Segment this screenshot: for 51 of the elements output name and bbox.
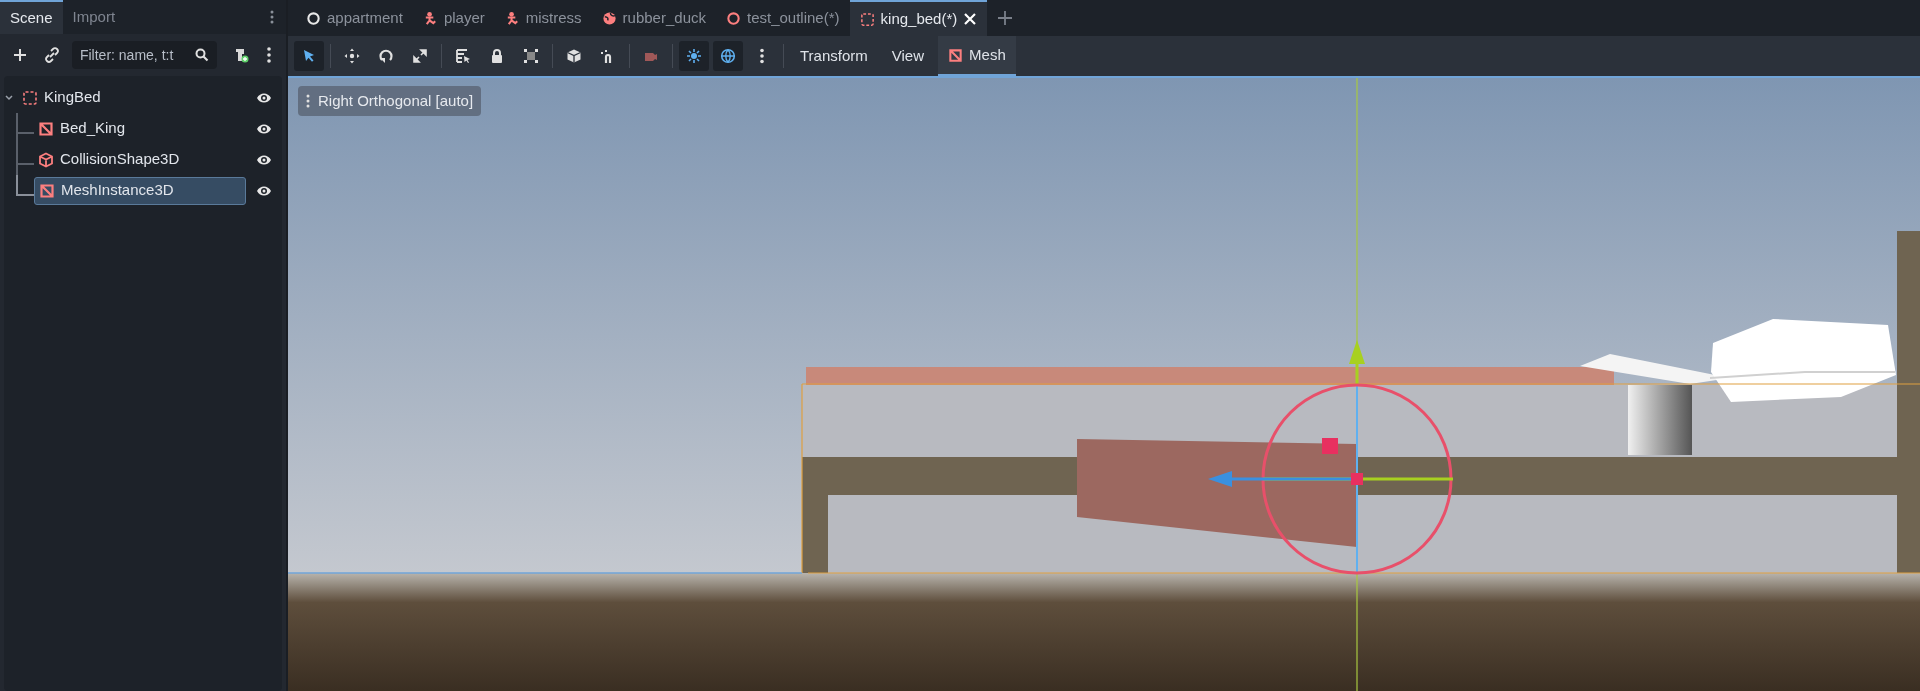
select-tool-button[interactable]: [294, 41, 324, 71]
move-icon: [344, 48, 360, 64]
sun-tool-button[interactable]: [679, 41, 709, 71]
file-tab[interactable]: appartment: [296, 0, 413, 36]
dock-tab[interactable]: Import: [62, 0, 126, 34]
tree-item[interactable]: Bed_King: [34, 114, 246, 143]
eye-icon[interactable]: [256, 184, 272, 197]
ring-icon: [306, 10, 321, 26]
link-icon: [43, 47, 60, 63]
eye-icon[interactable]: [256, 91, 272, 104]
globe-tool-button[interactable]: [713, 41, 743, 71]
menu-button[interactable]: Mesh: [938, 36, 1016, 76]
select-icon: [301, 48, 317, 64]
file-tab[interactable]: test_outline(*): [716, 0, 850, 36]
file-tab[interactable]: rubber_duck: [591, 0, 716, 36]
plus-icon: [12, 47, 28, 63]
ring-icon: [726, 10, 741, 26]
menu-button[interactable]: Transform: [790, 36, 878, 76]
list-cursor-icon: [455, 48, 471, 64]
dock-tab[interactable]: Scene: [0, 0, 63, 34]
more-icon: [270, 10, 274, 24]
view-mode-menu[interactable]: Right Orthogonal [auto]: [298, 86, 482, 116]
filter-field[interactable]: Filter: name, t:t: [71, 41, 217, 69]
lock-icon: [489, 48, 505, 64]
group-icon: [523, 48, 539, 64]
mesh-icon: [948, 47, 964, 63]
frame-icon: [859, 11, 875, 27]
more-icon: [306, 94, 310, 108]
file-tab[interactable]: player: [412, 0, 495, 36]
scale-icon: [412, 48, 428, 64]
mesh-icon: [38, 120, 54, 137]
frame-icon: [22, 89, 38, 106]
rotate-icon: [378, 48, 394, 64]
tree-item[interactable]: CollisionShape3D: [34, 145, 246, 174]
globe-icon: [601, 10, 617, 26]
search-icon: [194, 48, 209, 62]
plus-icon: [997, 10, 1014, 26]
sun-icon: [686, 48, 702, 64]
tree-item[interactable]: KingBed: [18, 83, 246, 112]
cube-icon: [566, 48, 582, 64]
more-icon: [267, 47, 272, 63]
close-icon: [963, 12, 978, 26]
cube-icon: [38, 151, 54, 168]
menu-button[interactable]: View: [881, 36, 935, 76]
tree-item[interactable]: MeshInstance3D: [34, 176, 246, 205]
mesh-icon: [39, 182, 55, 199]
file-tab[interactable]: king_bed(*): [849, 0, 988, 36]
eye-icon[interactable]: [256, 153, 272, 166]
file-tab[interactable]: mistress: [494, 0, 592, 36]
eye-icon[interactable]: [256, 122, 272, 135]
globe-icon: [720, 48, 736, 64]
